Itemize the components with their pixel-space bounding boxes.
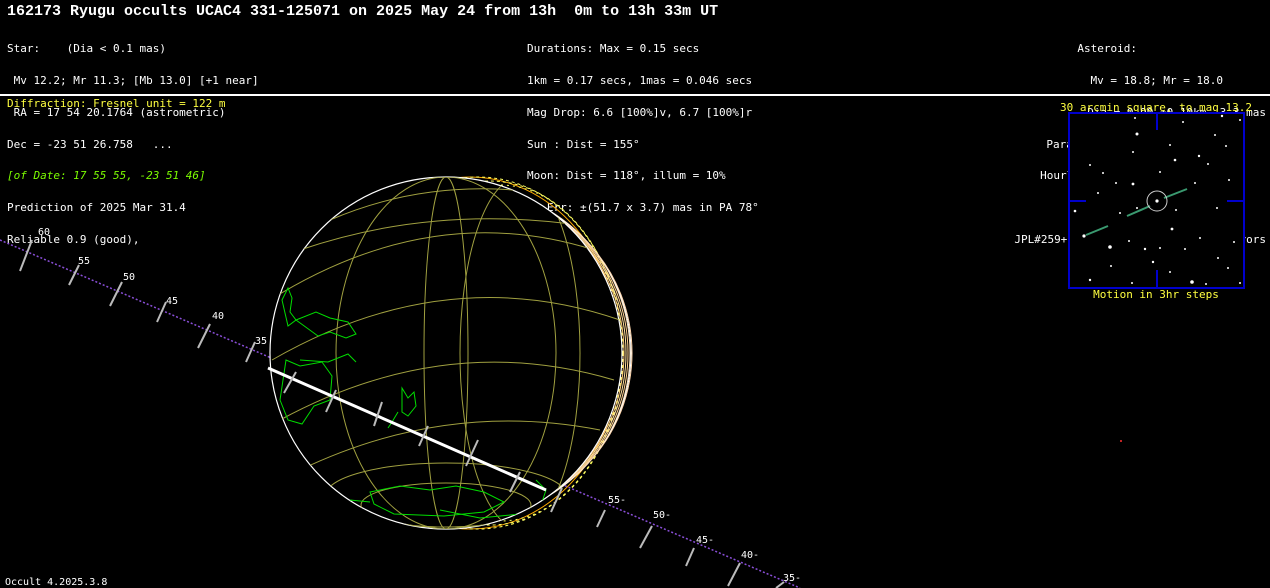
software-version: Occult 4.2025.3.8 <box>5 577 108 588</box>
inset-caption: Motion in 3hr steps <box>1093 288 1219 301</box>
star-field-inset: 30 arcmin square, to mag 13.2 Motion in … <box>1060 101 1252 301</box>
